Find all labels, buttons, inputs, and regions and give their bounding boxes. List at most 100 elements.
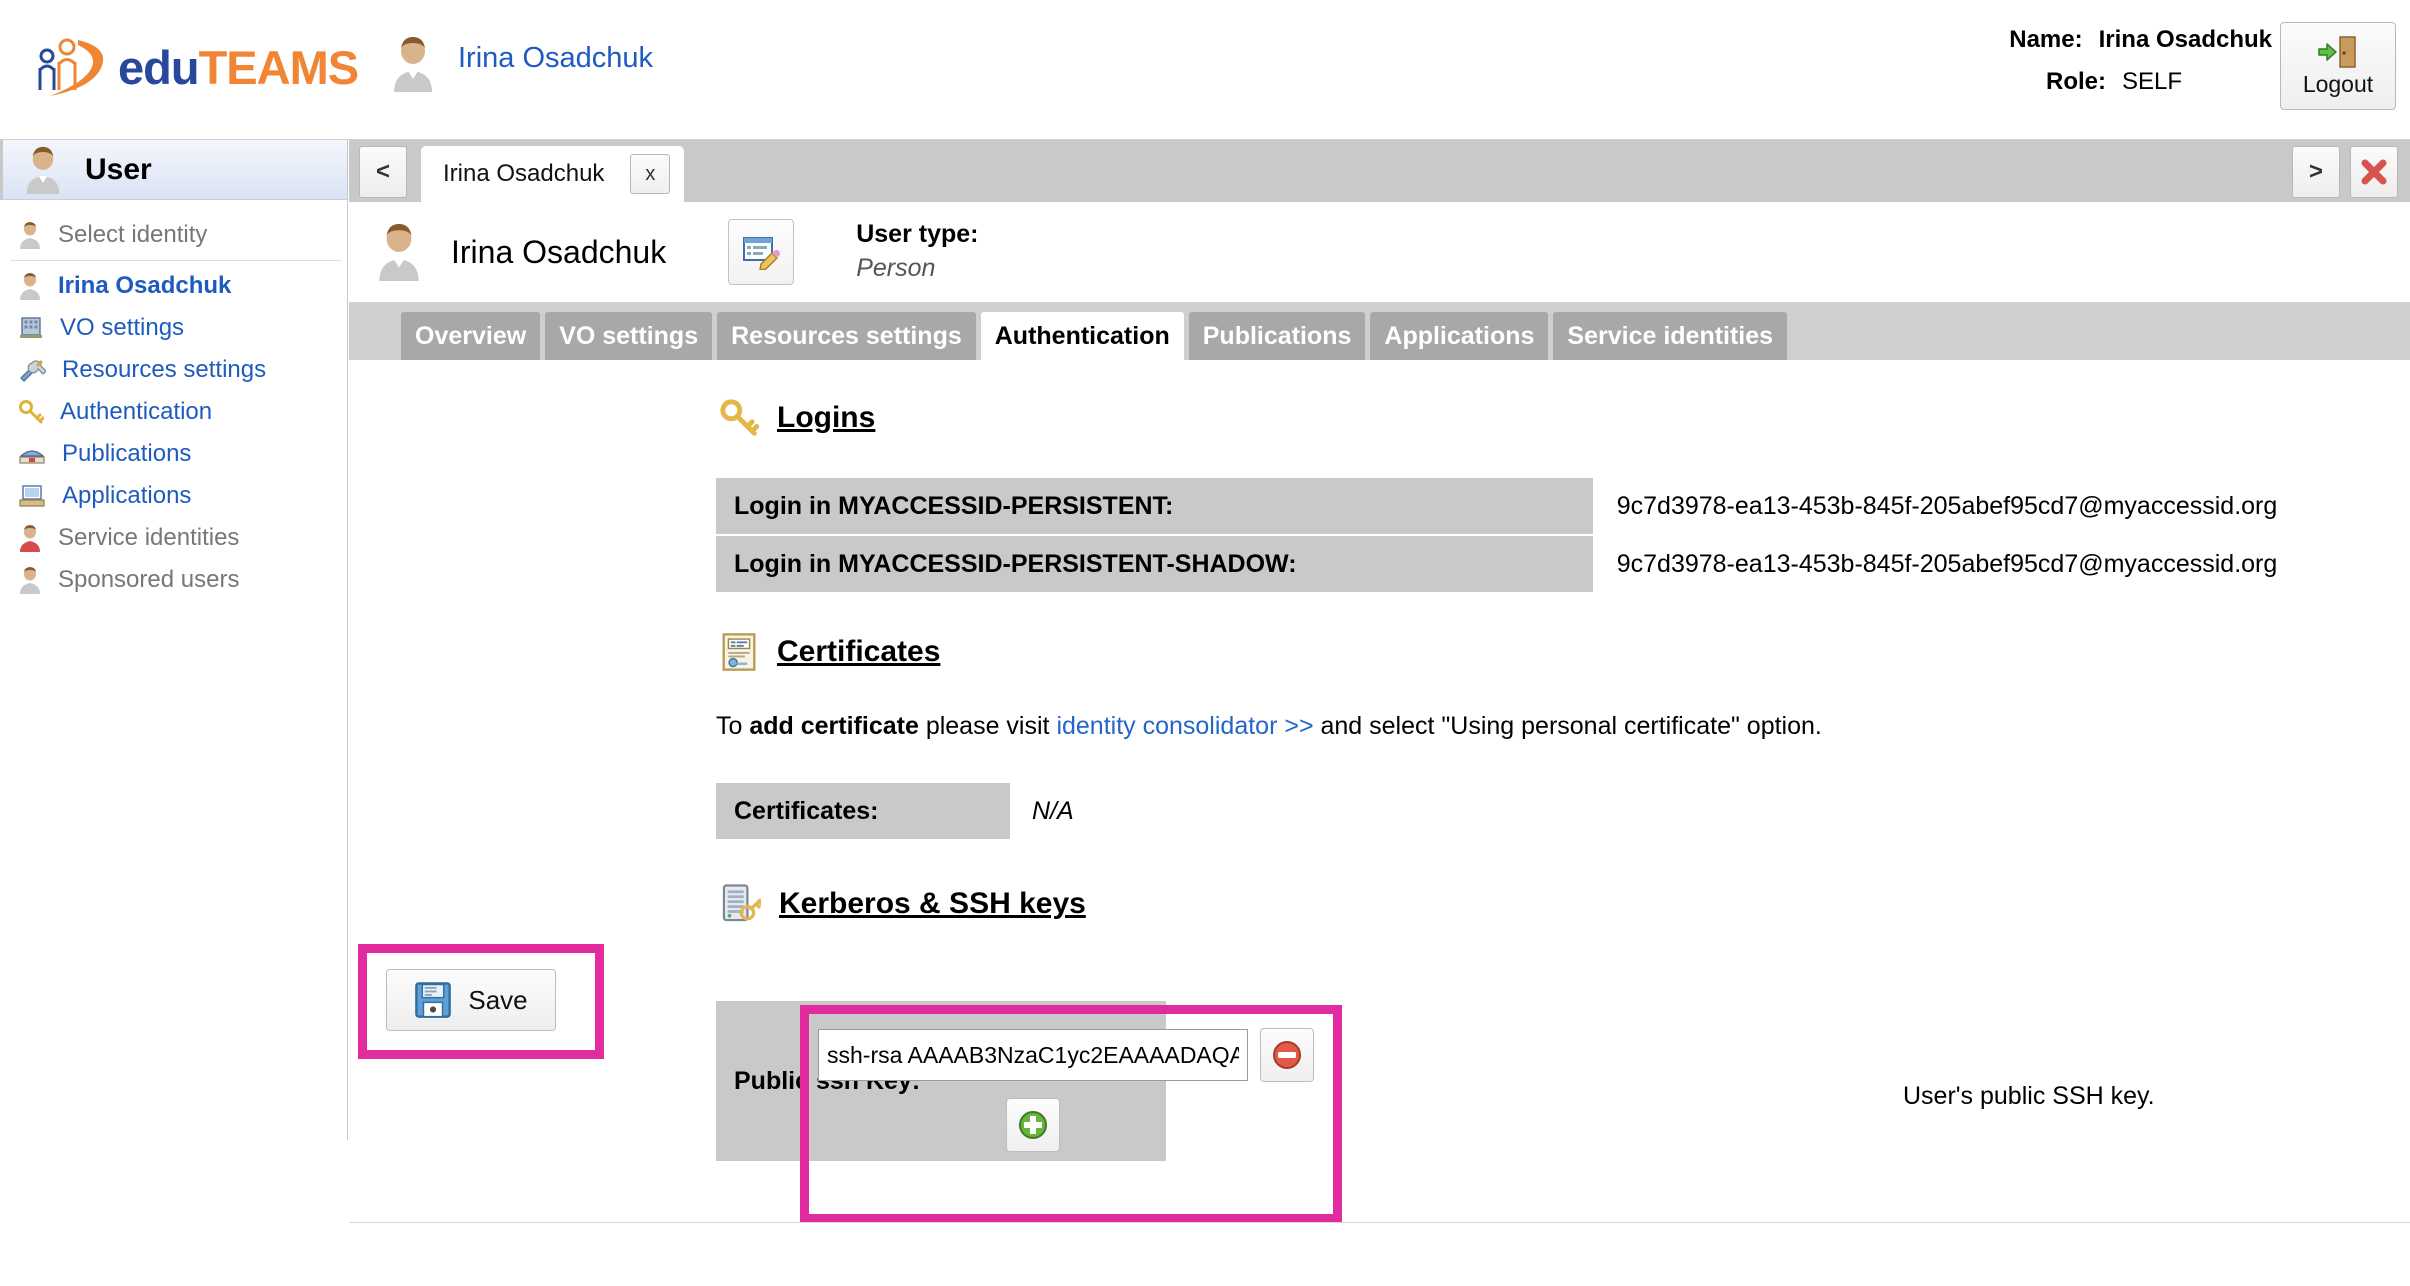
header-name-value[interactable]: Irina Osadchuk — [2099, 26, 2272, 54]
add-ssh-key-button[interactable] — [1006, 1098, 1060, 1152]
login-row-persistent-shadow: Login in MYACCESSID-PERSISTENT-SHADOW: 9… — [716, 536, 2410, 592]
brand-logo[interactable]: eduTEAMS — [34, 30, 359, 104]
edit-user-button[interactable] — [728, 219, 795, 285]
ssh-key-input[interactable] — [818, 1029, 1248, 1081]
hint-suffix: and select "Using personal certificate" … — [1313, 712, 1822, 740]
login-row-value: 9c7d3978-ea13-453b-845f-205abef95cd7@mya… — [1616, 491, 2278, 520]
logout-door-icon — [2318, 35, 2356, 68]
header-user-name[interactable]: Irina Osadchuk — [458, 42, 653, 75]
tab-strip-right-controls: > — [2282, 146, 2398, 198]
sidebar-item-label: Applications — [62, 482, 192, 509]
sidebar-item-publications[interactable]: Publications — [0, 433, 347, 475]
application-tray-icon — [19, 485, 45, 507]
document-tab-close-button[interactable]: x — [630, 154, 671, 194]
user-avatar-icon — [26, 146, 60, 194]
content-area: < Irina Osadchuk x > Irina Osadchuk User… — [349, 140, 2410, 1286]
certificates-row: Certificates: N/A — [716, 783, 2410, 839]
sidebar-item-vo-settings[interactable]: VO settings — [0, 307, 347, 349]
sidebar-divider — [10, 260, 341, 261]
logins-section-header: Logins — [719, 398, 2410, 438]
sidebar-title: User — [85, 152, 152, 186]
save-button[interactable]: Save — [386, 969, 556, 1031]
edit-form-icon — [743, 237, 781, 270]
user-avatar-icon — [390, 36, 436, 97]
save-label: Save — [468, 984, 528, 1015]
content-bottom-divider — [349, 1222, 2410, 1223]
sidebar-item-label: Service identities — [58, 524, 240, 551]
logins-heading[interactable]: Logins — [777, 401, 875, 435]
header-role-row: Role: SELF — [2009, 68, 2272, 96]
logout-button[interactable]: Logout — [2280, 22, 2396, 110]
brand-text: eduTEAMS — [118, 40, 359, 94]
kerberos-heading[interactable]: Kerberos & SSH keys — [779, 887, 1086, 921]
vo-building-icon — [20, 317, 42, 338]
login-row-key: Login in MYACCESSID-PERSISTENT: — [716, 478, 1593, 534]
remove-ssh-key-button[interactable] — [1260, 1028, 1314, 1082]
tab-vo-settings[interactable]: VO settings — [545, 312, 713, 360]
sidebar-item-label: Irina Osadchuk — [58, 272, 232, 299]
sidebar-header: User — [0, 140, 347, 200]
certificates-section-header: Certificates — [719, 632, 2410, 672]
sub-tab-bar: Overview VO settings Resources settings … — [349, 302, 2410, 360]
hint-bold: add certificate — [749, 712, 919, 740]
add-plus-icon — [1019, 1111, 1047, 1139]
tab-authentication[interactable]: Authentication — [980, 312, 1184, 360]
tab-overview[interactable]: Overview — [401, 312, 541, 360]
tab-applications[interactable]: Applications — [1370, 312, 1549, 360]
floppy-disk-save-icon — [415, 982, 452, 1018]
certificates-row-key: Certificates: — [716, 783, 1010, 839]
user-type-value: Person — [856, 254, 936, 282]
page-root: eduTEAMS Irina Osadchuk Name: Irina Osad… — [0, 0, 2410, 1286]
ssh-key-row — [818, 1028, 1330, 1082]
sidebar: User Select identity Irina Osadchuk VO s… — [0, 140, 348, 1140]
sidebar-item-select-identity[interactable]: Select identity — [0, 214, 347, 256]
user-avatar-icon — [379, 224, 419, 281]
header-name-row: Name: Irina Osadchuk — [2009, 26, 2272, 54]
add-ssh-key-row — [818, 1098, 1248, 1152]
login-row-persistent: Login in MYACCESSID-PERSISTENT: 9c7d3978… — [716, 478, 2410, 534]
sidebar-item-applications[interactable]: Applications — [0, 475, 347, 517]
identity-consolidator-link[interactable]: identity consolidator >> — [1056, 712, 1313, 740]
sidebar-item-resources-settings[interactable]: Resources settings — [0, 349, 347, 391]
sidebar-item-label: Sponsored users — [58, 566, 240, 593]
certificates-heading[interactable]: Certificates — [777, 635, 940, 669]
user-small-icon — [20, 567, 40, 594]
tab-next-button[interactable]: > — [2292, 146, 2340, 198]
certificate-icon — [722, 633, 756, 671]
certificates-row-value: N/A — [1032, 796, 1074, 825]
red-x-close-icon — [2361, 159, 2387, 185]
user-red-icon — [20, 525, 40, 552]
sidebar-item-service-identities[interactable]: Service identities — [0, 517, 347, 559]
sidebar-item-label: Resources settings — [62, 356, 267, 383]
header-role-label: Role: — [2046, 68, 2106, 95]
key-icon — [720, 399, 759, 436]
sidebar-item-label: Select identity — [58, 221, 208, 248]
sidebar-item-authentication[interactable]: Authentication — [0, 391, 347, 433]
logout-label: Logout — [2302, 70, 2374, 97]
tools-icon — [20, 360, 46, 382]
ssh-key-description: User's public SSH key. — [1903, 1082, 2155, 1110]
header-role-value: SELF — [2122, 68, 2183, 95]
tab-service-identities[interactable]: Service identities — [1553, 312, 1788, 360]
login-row-key: Login in MYACCESSID-PERSISTENT-SHADOW: — [716, 536, 1593, 592]
certificates-hint: To add certificate please visit identity… — [716, 712, 2410, 741]
sidebar-item-label: VO settings — [60, 314, 185, 341]
sidebar-item-label: Authentication — [60, 398, 213, 425]
sidebar-item-label: Publications — [62, 440, 192, 467]
server-key-icon — [722, 884, 761, 922]
sidebar-item-sponsored-users[interactable]: Sponsored users — [0, 559, 347, 601]
tab-prev-button[interactable]: < — [359, 146, 407, 198]
tab-publications[interactable]: Publications — [1188, 312, 1366, 360]
remove-minus-icon — [1273, 1041, 1301, 1069]
tab-resources-settings[interactable]: Resources settings — [717, 312, 976, 360]
ssh-key-editor — [818, 1028, 1330, 1188]
user-small-icon — [20, 222, 40, 249]
tab-close-all-button[interactable] — [2350, 146, 2398, 198]
tab-strip: < Irina Osadchuk x > — [349, 140, 2410, 202]
document-tab-label: Irina Osadchuk — [443, 160, 605, 187]
header-identity-block: Name: Irina Osadchuk Role: SELF — [2009, 26, 2272, 110]
sidebar-item-irina-osadchuk[interactable]: Irina Osadchuk — [0, 265, 347, 307]
top-header-bar: eduTEAMS Irina Osadchuk Name: Irina Osad… — [0, 0, 2410, 140]
login-row-value: 9c7d3978-ea13-453b-845f-205abef95cd7@mya… — [1616, 549, 2278, 578]
document-tab-irina-osadchuk[interactable]: Irina Osadchuk x — [421, 146, 685, 202]
